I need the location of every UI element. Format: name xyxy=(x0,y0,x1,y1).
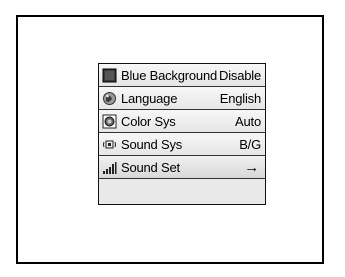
volume-bars-icon xyxy=(102,160,117,175)
menu-item-blue-background[interactable]: Blue Background Disable xyxy=(99,64,265,87)
menu-item-value: B/G xyxy=(239,136,261,152)
menu-item-sound-sys[interactable]: Sound Sys B/G xyxy=(99,133,265,156)
menu-item-label: Color Sys xyxy=(121,113,176,129)
menu-item-sound-set[interactable]: Sound Set → xyxy=(99,156,265,179)
blue-square-icon xyxy=(102,68,117,83)
menu-item-label: Sound Sys xyxy=(121,136,183,152)
right-arrow-icon: → xyxy=(244,158,259,176)
menu-item-label: Sound Set xyxy=(121,159,180,175)
globe-icon xyxy=(102,91,117,106)
menu-item-label: Blue Background xyxy=(121,67,218,83)
menu-item-value: English xyxy=(219,90,261,106)
color-circle-icon xyxy=(102,114,117,129)
speaker-icon xyxy=(102,137,117,152)
menu-item-language[interactable]: Language English xyxy=(99,87,265,110)
menu-item-color-sys[interactable]: Color Sys Auto xyxy=(99,110,265,133)
menu-item-value: Auto xyxy=(235,113,261,129)
menu-empty-row xyxy=(99,179,265,204)
osd-menu: Blue Background Disable Language English… xyxy=(98,63,266,205)
menu-item-label: Language xyxy=(121,90,178,106)
menu-item-value: Disable xyxy=(219,67,261,83)
